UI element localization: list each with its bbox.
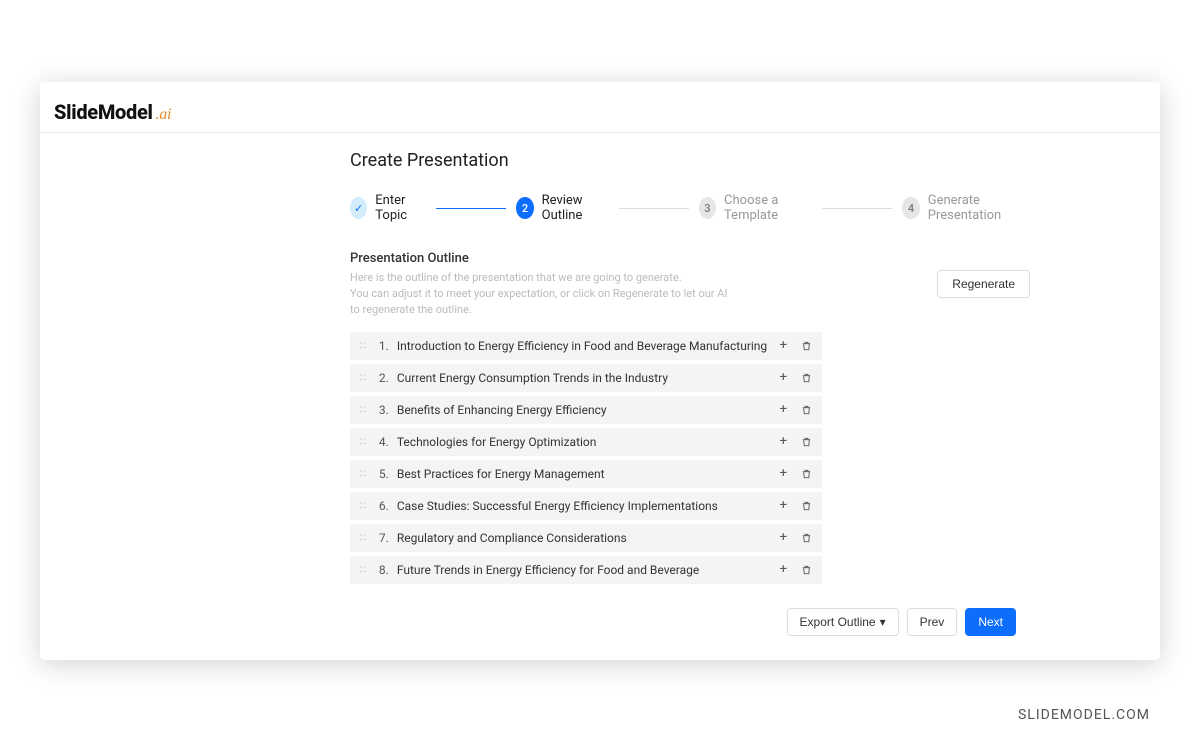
outline-item[interactable]: ::6.Case Studies: Successful Energy Effi… [350, 492, 822, 520]
drag-handle-icon[interactable]: :: [360, 372, 367, 383]
outline-item-title: Regulatory and Compliance Considerations [397, 531, 780, 545]
trash-icon[interactable] [801, 436, 812, 448]
outline-item-number: 4. [379, 435, 397, 449]
add-icon[interactable]: + [780, 339, 787, 352]
main-content: Create Presentation ✓ Enter Topic 2 Review … [350, 150, 1030, 584]
chevron-down-icon: ▾ [880, 615, 886, 629]
outline-item-number: 2. [379, 371, 397, 385]
add-icon[interactable]: + [780, 531, 787, 544]
outline-item-title: Benefits of Enhancing Energy Efficiency [397, 403, 780, 417]
outline-item-number: 6. [379, 499, 397, 513]
drag-handle-icon[interactable]: :: [360, 404, 367, 415]
trash-icon[interactable] [801, 372, 812, 384]
step-connector [822, 208, 892, 209]
step-label: Choose a Template [724, 193, 812, 223]
outline-item-number: 1. [379, 339, 397, 353]
watermark: SLIDEMODEL.COM [1018, 707, 1150, 723]
prev-button[interactable]: Prev [907, 608, 958, 636]
section-description-row: Here is the outline of the presentation … [350, 270, 1030, 318]
header-divider [40, 132, 1160, 133]
app-window: SlideModel.ai Create Presentation ✓ Enter… [40, 82, 1160, 660]
brand-suffix: .ai [156, 106, 172, 123]
section-description: Here is the outline of the presentation … [350, 270, 730, 318]
outline-item-number: 5. [379, 467, 397, 481]
add-icon[interactable]: + [780, 467, 787, 480]
step-label: Generate Presentation [928, 193, 1030, 223]
step-connector [619, 208, 689, 209]
outline-item[interactable]: ::4.Technologies for Energy Optimization… [350, 428, 822, 456]
add-icon[interactable]: + [780, 499, 787, 512]
step-number: 4 [902, 197, 919, 219]
add-icon[interactable]: + [780, 371, 787, 384]
trash-icon[interactable] [801, 564, 812, 576]
check-icon: ✓ [350, 197, 367, 219]
outline-item-title: Introduction to Energy Efficiency in Foo… [397, 339, 780, 353]
outline-item-title: Case Studies: Successful Energy Efficien… [397, 499, 780, 513]
step-2[interactable]: 2 Review Outline [516, 193, 608, 223]
page-title: Create Presentation [350, 150, 1030, 171]
outline-item-title: Best Practices for Energy Management [397, 467, 780, 481]
step-1[interactable]: ✓ Enter Topic [350, 193, 426, 223]
drag-handle-icon[interactable]: :: [360, 564, 367, 575]
brand-logo: SlideModel.ai [54, 100, 171, 124]
trash-icon[interactable] [801, 500, 812, 512]
add-icon[interactable]: + [780, 435, 787, 448]
trash-icon[interactable] [801, 404, 812, 416]
drag-handle-icon[interactable]: :: [360, 436, 367, 447]
brand-name: SlideModel [54, 100, 153, 124]
outline-list: ::1.Introduction to Energy Efficiency in… [350, 332, 822, 584]
step-number: 2 [516, 197, 533, 219]
outline-item[interactable]: ::1.Introduction to Energy Efficiency in… [350, 332, 822, 360]
step-label: Enter Topic [375, 193, 426, 223]
export-outline-label: Export Outline [800, 615, 876, 629]
step-connector [436, 208, 506, 209]
drag-handle-icon[interactable]: :: [360, 532, 367, 543]
trash-icon[interactable] [801, 532, 812, 544]
footer-buttons: Export Outline ▾ Prev Next [787, 608, 1016, 636]
step-3: 3 Choose a Template [699, 193, 813, 223]
regenerate-button[interactable]: Regenerate [937, 270, 1030, 298]
outline-item-title: Current Energy Consumption Trends in the… [397, 371, 780, 385]
drag-handle-icon[interactable]: :: [360, 340, 367, 351]
outline-item-number: 7. [379, 531, 397, 545]
outline-item-title: Future Trends in Energy Efficiency for F… [397, 563, 780, 577]
step-label: Review Outline [542, 193, 609, 223]
outline-item[interactable]: ::3.Benefits of Enhancing Energy Efficie… [350, 396, 822, 424]
step-4: 4 Generate Presentation [902, 193, 1030, 223]
drag-handle-icon[interactable]: :: [360, 500, 367, 511]
trash-icon[interactable] [801, 340, 812, 352]
outline-item-number: 3. [379, 403, 397, 417]
trash-icon[interactable] [801, 468, 812, 480]
outline-item[interactable]: ::7.Regulatory and Compliance Considerat… [350, 524, 822, 552]
add-icon[interactable]: + [780, 563, 787, 576]
step-number: 3 [699, 197, 716, 219]
section-title: Presentation Outline [350, 251, 1030, 266]
outline-item-title: Technologies for Energy Optimization [397, 435, 780, 449]
outline-item[interactable]: ::8.Future Trends in Energy Efficiency f… [350, 556, 822, 584]
outline-item-number: 8. [379, 563, 397, 577]
stepper: ✓ Enter Topic 2 Review Outline 3 Choose a Tem… [350, 193, 1030, 223]
outline-item[interactable]: ::5.Best Practices for Energy Management… [350, 460, 822, 488]
outline-item[interactable]: ::2.Current Energy Consumption Trends in… [350, 364, 822, 392]
next-button[interactable]: Next [965, 608, 1016, 636]
export-outline-button[interactable]: Export Outline ▾ [787, 608, 899, 636]
drag-handle-icon[interactable]: :: [360, 468, 367, 479]
add-icon[interactable]: + [780, 403, 787, 416]
